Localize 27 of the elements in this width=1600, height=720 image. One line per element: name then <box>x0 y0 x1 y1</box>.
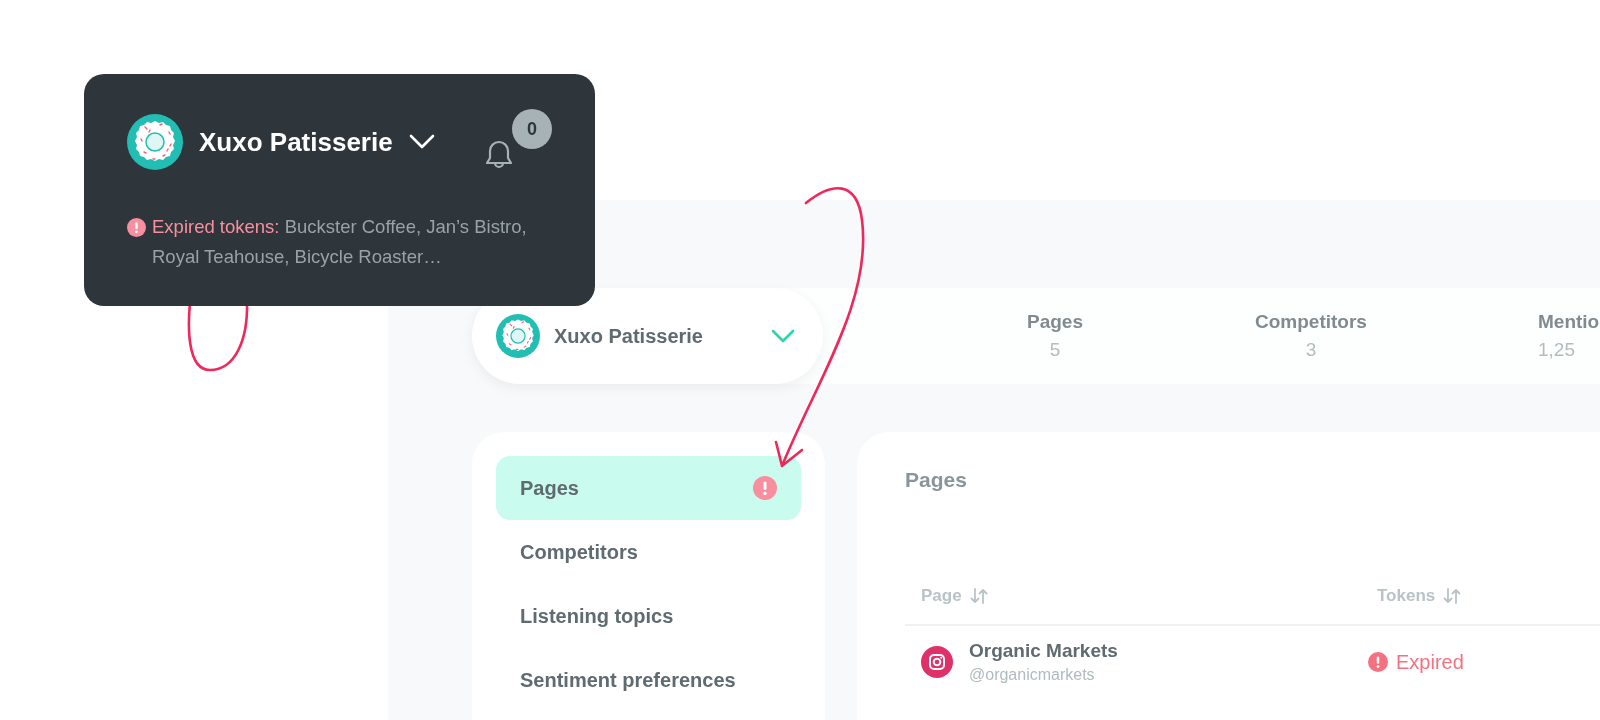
stat-value: 1,25 <box>1538 339 1575 361</box>
account-name[interactable]: Xuxo Patisserie <box>199 126 393 158</box>
instagram-icon <box>921 646 953 678</box>
sort-icon[interactable] <box>969 588 988 604</box>
stat-label: Mentio <box>1538 311 1600 333</box>
token-status: Expired <box>1396 650 1464 674</box>
page-name: Organic Markets <box>969 640 1118 662</box>
stat-label: Competitors <box>1255 311 1367 333</box>
sort-icon[interactable] <box>1443 588 1462 604</box>
alert-icon <box>127 218 146 237</box>
stat-label: Pages <box>1027 311 1083 333</box>
section-title: Pages <box>905 468 968 492</box>
stat-value: 3 <box>1305 339 1317 361</box>
alert-icon <box>753 476 777 500</box>
stat-value: 5 <box>1049 339 1061 361</box>
account-selector[interactable]: Xuxo Patisserie <box>472 288 823 384</box>
sidebar-item[interactable]: Pages <box>496 456 801 520</box>
sidebar-item[interactable]: Sentiment preferences <box>496 648 801 712</box>
sidebar-item[interactable]: Competitors <box>496 520 801 584</box>
page-handle: @organicmarkets <box>969 666 1096 684</box>
expired-tokens-message: Expired tokens: Buckster Coffee, Jan’s Bistro, Royal Teahouse, Bicycle Roaster… <box>152 215 528 269</box>
donut-icon <box>496 314 540 358</box>
bell-icon[interactable] <box>486 139 512 169</box>
sidebar-item[interactable]: Listening topics <box>496 584 801 648</box>
account-name: Xuxo Patisserie <box>554 324 703 348</box>
alert-icon <box>1368 652 1388 672</box>
donut-icon <box>127 114 183 170</box>
